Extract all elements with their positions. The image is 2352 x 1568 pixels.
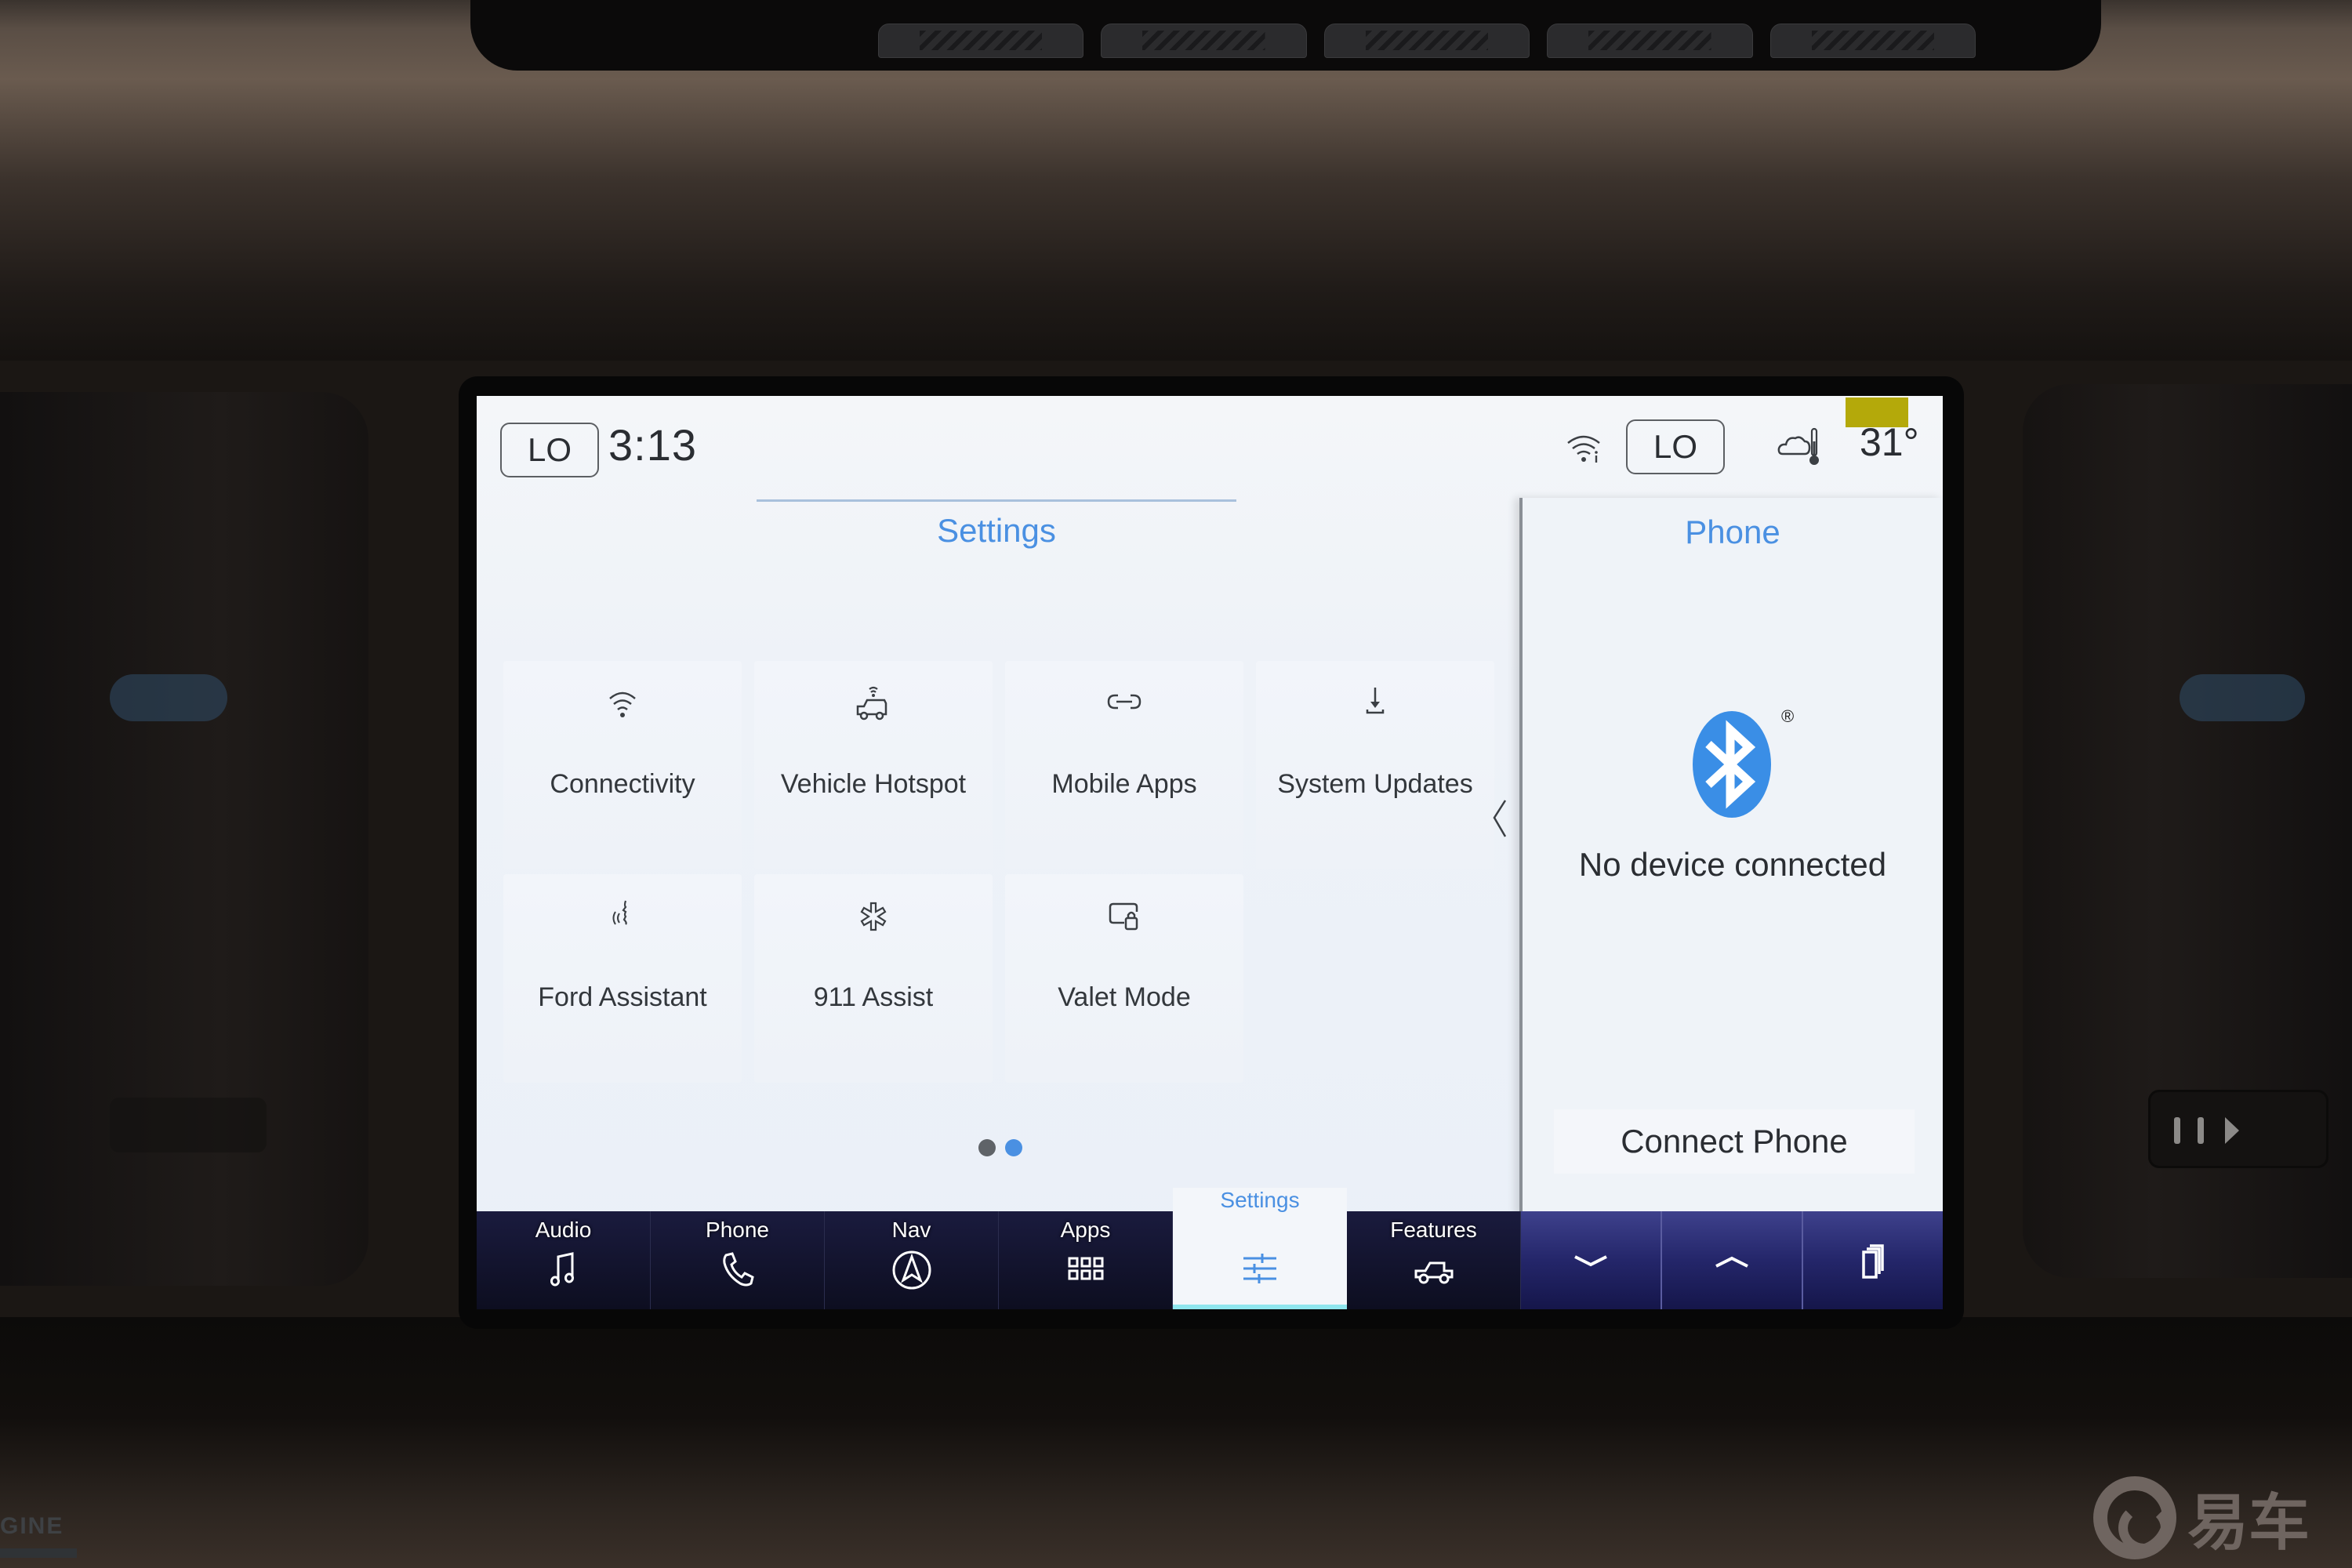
engine-button-label: GINE [0, 1513, 64, 1539]
link-icon [1107, 694, 1142, 710]
sliders-icon [1243, 1254, 1276, 1283]
scroll-down-button[interactable] [1521, 1211, 1662, 1309]
tile-label: Ford Assistant [538, 982, 707, 1012]
chevron-left-icon[interactable] [1490, 797, 1510, 840]
nav-navigation[interactable]: Nav [825, 1211, 999, 1309]
nav-label: Settings [1220, 1188, 1300, 1212]
phone-icon [722, 1252, 754, 1287]
nav-label: Apps [1060, 1218, 1111, 1242]
driver-temp-button[interactable]: LO [500, 423, 599, 477]
wifi-info-icon [1567, 435, 1600, 463]
dashboard-bottom [0, 1317, 2352, 1568]
nav-settings[interactable]: Settings [1173, 1188, 1347, 1309]
tile-valet-mode[interactable]: Valet Mode [1005, 874, 1243, 1083]
settings-header-divider [757, 499, 1236, 502]
hazard-button-row [878, 24, 1976, 64]
cards-icon [1862, 1244, 1884, 1279]
passenger-temp-button[interactable]: LO [1626, 419, 1725, 474]
wifi-icon [609, 691, 636, 717]
tile-ford-assistant[interactable]: Ford Assistant [503, 874, 742, 1083]
connect-phone-button[interactable]: Connect Phone [1554, 1109, 1915, 1174]
settings-title: Settings [937, 512, 1056, 549]
screen-lock-icon [1109, 902, 1138, 931]
engine-button-bar [0, 1548, 77, 1558]
tile-mobile-apps[interactable]: Mobile Apps [1005, 661, 1243, 869]
nav-features[interactable]: Features [1347, 1211, 1521, 1309]
physical-button [1547, 24, 1753, 58]
phone-panel: Phone ® No device connected Connect Phon… [1519, 498, 1943, 1215]
star-of-life-icon [860, 902, 887, 931]
outside-temperature: 31° [1860, 420, 1919, 464]
tile-vehicle-hotspot[interactable]: Vehicle Hotspot [754, 661, 993, 869]
tile-label: System Updates [1277, 769, 1473, 799]
registered-mark: ® [1781, 706, 1795, 726]
navigation-icon [892, 1250, 931, 1290]
tile-system-updates[interactable]: System Updates [1256, 661, 1494, 869]
phone-status-text: No device connected [1578, 846, 1887, 883]
bluetooth-icon [1693, 711, 1771, 818]
tile-label: 911 Assist [813, 982, 934, 1012]
physical-button [878, 24, 1084, 58]
tile-911-assist[interactable]: 911 Assist [754, 874, 993, 1083]
nav-label: Nav [891, 1218, 931, 1242]
voice-assistant-icon [612, 900, 627, 925]
nav-label: Audio [535, 1218, 592, 1242]
vent-knob-bar [2174, 1117, 2180, 1144]
left-vent-knob [110, 1098, 267, 1152]
truck-icon [1414, 1261, 1453, 1284]
watermark-text: 易车 [2187, 1488, 2310, 1559]
nav-audio[interactable]: Audio [477, 1211, 651, 1309]
watermark: 易车 [2093, 1474, 2310, 1562]
status-bar: LO 3:13 LO 31° [477, 396, 1943, 498]
tile-label: Vehicle Hotspot [780, 769, 967, 799]
chevron-down-icon [1574, 1255, 1607, 1267]
music-note-icon [550, 1252, 574, 1287]
vent-knob-arrow [2225, 1117, 2239, 1144]
clock: 3:13 [608, 420, 697, 470]
infotainment-screen: LO 3:13 LO 31° Settings Connectivity Veh… [477, 396, 1943, 1309]
cloud-thermometer-icon [1777, 427, 1819, 465]
page-dot[interactable] [978, 1139, 996, 1156]
right-vent-knob [2148, 1090, 2328, 1168]
physical-button [1323, 24, 1530, 58]
page-dot-active[interactable] [1005, 1139, 1022, 1156]
nav-phone[interactable]: Phone [651, 1211, 825, 1309]
apps-grid-icon [1068, 1257, 1103, 1280]
download-icon [1366, 688, 1385, 714]
nav-label: Phone [706, 1218, 769, 1242]
nav-label: Features [1390, 1218, 1477, 1242]
page-indicator [978, 1139, 1022, 1156]
physical-button [1769, 24, 1976, 58]
vent-knob-bar [2198, 1117, 2204, 1144]
nav-apps[interactable]: Apps [999, 1211, 1173, 1309]
tile-label: Connectivity [550, 769, 695, 799]
watermark-logo-icon [2093, 1476, 2176, 1559]
vehicle-hotspot-icon [856, 686, 887, 720]
phone-panel-title: Phone [1685, 514, 1780, 550]
card-view-button[interactable] [1803, 1211, 1943, 1309]
chevron-up-icon [1715, 1256, 1748, 1268]
scroll-up-button[interactable] [1662, 1211, 1803, 1309]
physical-button [1101, 24, 1307, 58]
tile-connectivity[interactable]: Connectivity [503, 661, 742, 869]
tile-label: Valet Mode [1058, 982, 1191, 1012]
bottom-nav-bar: Audio Phone Nav Apps Settings Features [477, 1188, 1943, 1309]
tile-label: Mobile Apps [1051, 769, 1197, 799]
